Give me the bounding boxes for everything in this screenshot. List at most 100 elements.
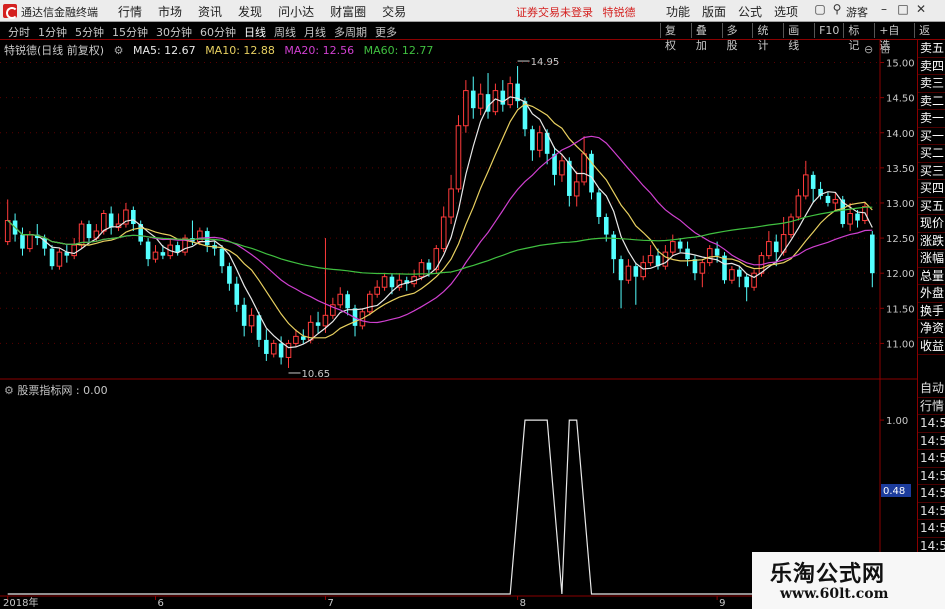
side-panel-item[interactable]: 净资	[918, 320, 945, 338]
side-panel-item[interactable]: 卖五	[918, 40, 945, 58]
candle-body-up	[662, 251, 669, 267]
candle-body-up	[56, 251, 63, 267]
candle-body-down	[175, 245, 180, 253]
indicator-value-tag-text: 0.48	[883, 486, 905, 497]
candle-body-up	[795, 195, 802, 218]
candle-body-down	[773, 241, 779, 253]
side-panel-lower-item[interactable]: 14:50	[918, 415, 945, 433]
candle-body-up	[381, 276, 388, 288]
side-panel-lower-item[interactable]: 自动	[918, 380, 945, 398]
candle-body-up	[536, 132, 543, 151]
candle-body-down	[810, 174, 816, 189]
watermark-title: 乐淘公式网	[770, 561, 886, 587]
side-panel-item[interactable]: 卖二	[918, 93, 945, 110]
side-panel-lower-item[interactable]: 14:50	[918, 450, 945, 468]
side-panel-item[interactable]: 涨幅	[918, 250, 945, 268]
candle-body-up	[507, 83, 513, 106]
candle-body-up	[766, 241, 772, 257]
side-panel-item[interactable]: 买一	[918, 128, 945, 145]
candle-body-down	[315, 322, 321, 326]
candle-body-down	[589, 153, 594, 193]
ma10-line	[7, 103, 873, 339]
side-panel-item[interactable]: 收益	[918, 338, 945, 355]
ma20-line	[7, 135, 873, 324]
candle-body-down	[736, 269, 742, 277]
side-panel-item[interactable]: 买三	[918, 163, 945, 180]
zoom-out-icon[interactable]: ⊖	[864, 43, 873, 56]
candle-body-up	[581, 153, 587, 183]
indicator-settings-icon[interactable]: ⚙	[4, 384, 14, 397]
candle-body-down	[500, 90, 506, 105]
candle-body-down	[530, 129, 535, 151]
candle-body-down	[470, 90, 476, 109]
side-panel-item[interactable]: 涨跌	[918, 233, 945, 250]
layout-toggle-icon[interactable]: ⊞	[881, 43, 890, 56]
candle-body-down	[108, 213, 114, 228]
candle-body-up	[803, 174, 809, 197]
side-panel-item[interactable]: 卖三	[918, 75, 945, 93]
candle-body-up	[699, 262, 706, 274]
indicator-line	[7, 419, 880, 595]
annotation-label: 10.65	[302, 369, 331, 380]
indicator-legend: 特锐德(日线 前复权) ⚙ MA5: 12.67 MA10: 12.88 MA2…	[4, 42, 439, 58]
candle-body-down	[241, 304, 247, 326]
side-panel-item[interactable]: 换手	[918, 303, 945, 320]
candle-body-down	[264, 339, 269, 354]
chart-title: 特锐德(日线 前复权)	[4, 44, 105, 57]
candle-body-down	[692, 259, 698, 274]
ma60-value: MA60: 12.77	[363, 44, 434, 57]
candle-body-down	[234, 283, 240, 305]
side-panel-item[interactable]: 卖一	[918, 110, 945, 128]
candle-body-up	[285, 342, 292, 358]
ma20-value: MA20: 12.56	[284, 44, 355, 57]
candle-body-down	[227, 266, 232, 284]
candle-body-up	[847, 213, 853, 225]
candle-body-down	[825, 195, 831, 203]
candle-body-down	[219, 248, 225, 267]
price-tick-label: 11.50	[886, 304, 915, 315]
side-panel-item[interactable]: 现价	[918, 215, 945, 233]
side-panel-item[interactable]: 卖四	[918, 58, 945, 75]
side-panel-item[interactable]: 外盘	[918, 285, 945, 303]
candle-body-up	[152, 251, 159, 260]
price-tick-label: 12.50	[886, 234, 915, 245]
candle-body-up	[751, 272, 757, 288]
kline-chart: 15.00 14.50 14.00 13.50 13.00 12.50 12.00 11.50…	[0, 0, 945, 609]
settings-icon[interactable]: ⚙	[114, 44, 124, 57]
side-panel-item[interactable]: 买二	[918, 145, 945, 163]
quote-side-panel: 卖五 卖四 卖三 卖二 卖一 买一 买二 买三 买四 买五 现价 涨跌 涨幅 总量 外盘 换手 净资 收益自动 行情…	[917, 40, 945, 609]
side-panel-lower-item[interactable]: 14:50	[918, 468, 945, 485]
side-panel-lower-item[interactable]: 14:50	[918, 503, 945, 520]
price-tick-label: 12.00	[886, 269, 915, 280]
candle-body-up	[788, 216, 794, 236]
chart-canvas[interactable]: 15.00 14.50 14.00 13.50 13.00 12.50 12.00 11.50…	[0, 0, 945, 609]
candle-body-down	[256, 315, 262, 340]
side-panel-lower-item[interactable]: 行情	[918, 398, 945, 415]
side-panel-lower-item[interactable]: 14:50	[918, 485, 945, 503]
candle-body-up	[448, 188, 454, 218]
side-panel-item[interactable]: 总量	[918, 268, 945, 285]
candle-body-up	[640, 262, 647, 278]
price-annotations: 14.95 10.65	[288, 57, 559, 380]
candle-body-up	[248, 314, 255, 327]
price-tick-label: 14.00	[886, 129, 915, 140]
side-panel-lower-item[interactable]: 14:50	[918, 520, 945, 538]
candle-body-down	[596, 192, 602, 218]
candle-body-down	[278, 343, 284, 358]
lower-indicator-plot	[7, 419, 880, 595]
candle-body-up	[367, 293, 373, 313]
candle-body-up	[27, 234, 33, 250]
candle-body-down	[744, 276, 749, 288]
date-tick-label: 9	[719, 598, 725, 609]
candle-body-down	[345, 294, 350, 309]
candle-body-up	[197, 230, 203, 243]
side-panel-lower-item[interactable]: 14:50	[918, 433, 945, 450]
candle-body-up	[559, 160, 565, 176]
price-tick-label: 13.00	[886, 199, 915, 210]
candle-series	[4, 66, 875, 368]
side-panel-item[interactable]: 买四	[918, 180, 945, 198]
side-panel-item[interactable]: 买五	[918, 198, 945, 215]
candle-body-up	[832, 198, 839, 204]
candle-body-down	[389, 276, 395, 288]
candle-body-down	[20, 234, 25, 249]
